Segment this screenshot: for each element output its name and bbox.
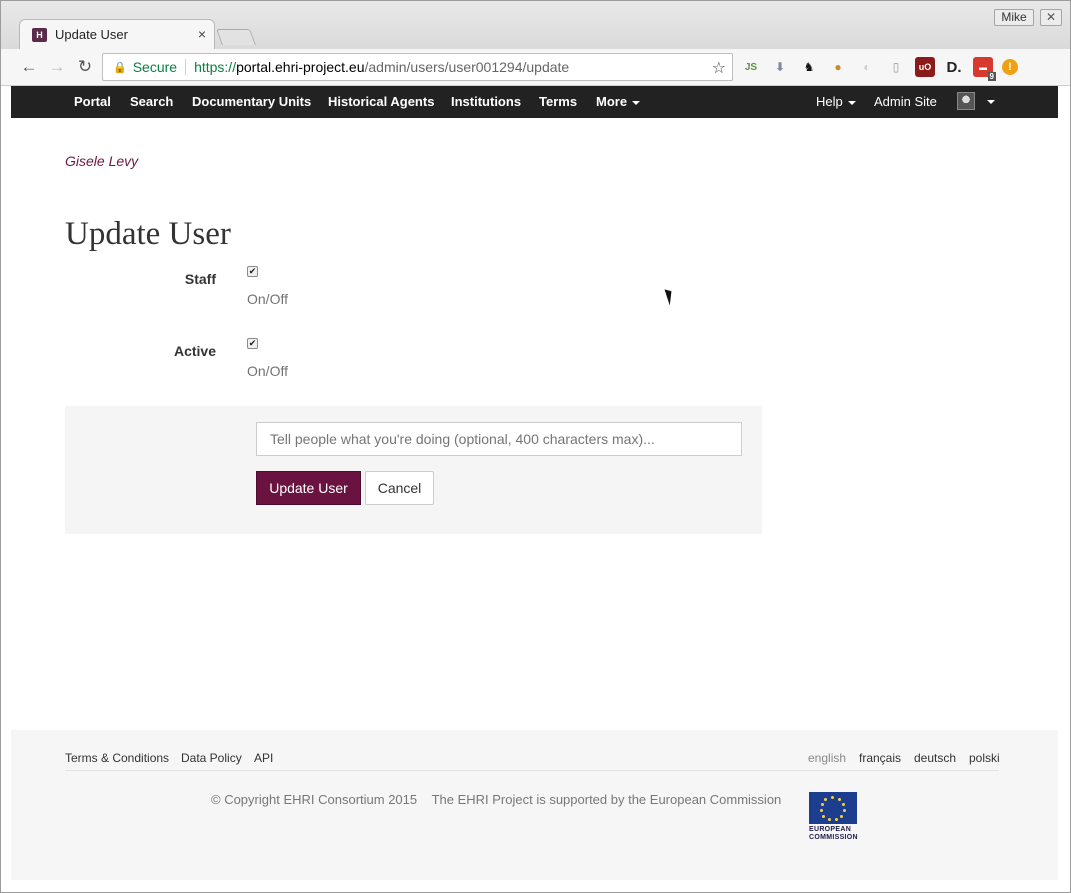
page-title: Update User bbox=[65, 216, 231, 252]
d-extension-icon[interactable]: D. bbox=[944, 57, 964, 77]
extension-badge: 9 bbox=[987, 72, 996, 81]
eu-logo-text: EUROPEAN COMMISSION bbox=[809, 826, 858, 842]
browser-titlebar: H Update User × Mike ✕ bbox=[1, 1, 1070, 49]
ublock-extension-icon[interactable]: uO bbox=[915, 57, 935, 77]
tab-title: Update User bbox=[55, 27, 128, 42]
eu-flag-icon bbox=[809, 792, 857, 824]
footer-link-terms[interactable]: Terms & Conditions bbox=[65, 751, 169, 765]
lang-francais[interactable]: français bbox=[859, 751, 901, 765]
browser-tab[interactable]: H Update User × bbox=[19, 19, 215, 49]
nav-admin-site[interactable]: Admin Site bbox=[874, 86, 937, 118]
extension-icons: JS ⬇ ♞ ● ◐ ▯ uO D. ▬ 9 ! bbox=[741, 57, 1018, 81]
forward-icon[interactable]: → bbox=[47, 57, 67, 77]
nav-documentary-units[interactable]: Documentary Units bbox=[192, 86, 311, 118]
staff-label: Staff bbox=[184, 271, 216, 287]
eu-logo-line-1: EUROPEAN bbox=[809, 826, 852, 833]
nav-help-label: Help bbox=[816, 94, 843, 109]
window-close-button[interactable]: ✕ bbox=[1040, 9, 1062, 26]
update-user-button[interactable]: Update User bbox=[256, 471, 361, 505]
user-breadcrumb[interactable]: Gisele Levy bbox=[65, 153, 138, 169]
ehri-favicon-icon: H bbox=[32, 27, 47, 42]
tab-close-icon[interactable]: × bbox=[198, 26, 206, 42]
staff-checkbox[interactable]: ✔ bbox=[247, 266, 258, 277]
copyright-text: © Copyright EHRI Consortium 2015 The EHR… bbox=[211, 792, 781, 807]
alert-extension-icon[interactable]: ! bbox=[1002, 59, 1018, 75]
caret-down-icon bbox=[847, 100, 856, 105]
new-tab-button[interactable] bbox=[216, 29, 256, 45]
url-path: /admin/users/user001294/update bbox=[364, 59, 570, 75]
reload-icon[interactable]: ↻ bbox=[75, 57, 95, 77]
privacy-extension-icon[interactable]: ◐ bbox=[857, 57, 877, 77]
caret-down-icon bbox=[632, 100, 641, 105]
cancel-button[interactable]: Cancel bbox=[365, 471, 434, 505]
lock-icon: 🔒 bbox=[113, 61, 127, 74]
nav-more[interactable]: More bbox=[596, 86, 641, 118]
nav-historical-agents[interactable]: Historical Agents bbox=[328, 86, 434, 118]
nav-search[interactable]: Search bbox=[130, 86, 173, 118]
site-footer: Terms & Conditions Data Policy API engli… bbox=[11, 730, 1058, 880]
form-actions: Update User Cancel bbox=[65, 406, 762, 534]
nav-institutions[interactable]: Institutions bbox=[451, 86, 521, 118]
log-message-input[interactable] bbox=[256, 422, 742, 456]
nav-portal[interactable]: Portal bbox=[74, 86, 111, 118]
active-checkbox[interactable]: ✔ bbox=[247, 338, 258, 349]
nav-more-label: More bbox=[596, 94, 628, 109]
bookmark-star-icon[interactable]: ☆ bbox=[712, 58, 726, 78]
secure-label: Secure bbox=[132, 59, 178, 75]
main-content: Gisele Levy Update User Staff ✔ On/Off A… bbox=[11, 118, 1058, 730]
mouse-cursor-icon bbox=[664, 287, 676, 306]
url-scheme: https:// bbox=[194, 59, 237, 75]
staff-help-text: On/Off bbox=[247, 291, 288, 307]
user-avatar[interactable] bbox=[957, 92, 975, 110]
active-label: Active bbox=[173, 343, 216, 359]
omnibox-divider bbox=[185, 59, 187, 75]
download-extension-icon[interactable]: ⬇ bbox=[770, 57, 790, 77]
nav-terms[interactable]: Terms bbox=[539, 86, 577, 118]
footer-link-api[interactable]: API bbox=[254, 751, 273, 765]
active-help-text: On/Off bbox=[247, 363, 288, 379]
footer-divider bbox=[65, 770, 999, 771]
footer-link-data-policy[interactable]: Data Policy bbox=[181, 751, 242, 765]
cookie-extension-icon[interactable]: ● bbox=[828, 57, 848, 77]
lang-deutsch[interactable]: deutsch bbox=[914, 751, 956, 765]
url-host: portal.ehri-project.eu bbox=[236, 59, 365, 75]
page-extension-icon[interactable]: ▯ bbox=[886, 57, 906, 77]
copyright-label: © Copyright EHRI Consortium 2015 bbox=[211, 792, 418, 807]
lang-polski[interactable]: polski bbox=[969, 751, 1000, 765]
js-extension-icon[interactable]: JS bbox=[741, 57, 761, 77]
profile-user-badge[interactable]: Mike bbox=[994, 9, 1034, 26]
eu-logo-line-2: COMMISSION bbox=[809, 834, 858, 841]
lang-english[interactable]: english bbox=[808, 751, 846, 765]
gnome-extension-icon[interactable]: ♞ bbox=[799, 57, 819, 77]
back-icon[interactable]: ← bbox=[19, 57, 39, 77]
address-bar[interactable]: 🔒 Secure https://portal.ehri-project.eu /… bbox=[102, 53, 733, 81]
caret-down-icon[interactable] bbox=[987, 100, 995, 104]
site-navbar: Portal Search Documentary Units Historic… bbox=[11, 86, 1058, 118]
todo-extension-icon[interactable]: ▬ 9 bbox=[973, 57, 996, 81]
browser-toolbar: ← → ↻ 🔒 Secure https://portal.ehri-proje… bbox=[1, 49, 1070, 86]
support-label: The EHRI Project is supported by the Eur… bbox=[431, 792, 782, 807]
browser-window: H Update User × Mike ✕ ← → ↻ 🔒 Secure ht… bbox=[0, 0, 1071, 893]
nav-help[interactable]: Help bbox=[816, 86, 856, 118]
